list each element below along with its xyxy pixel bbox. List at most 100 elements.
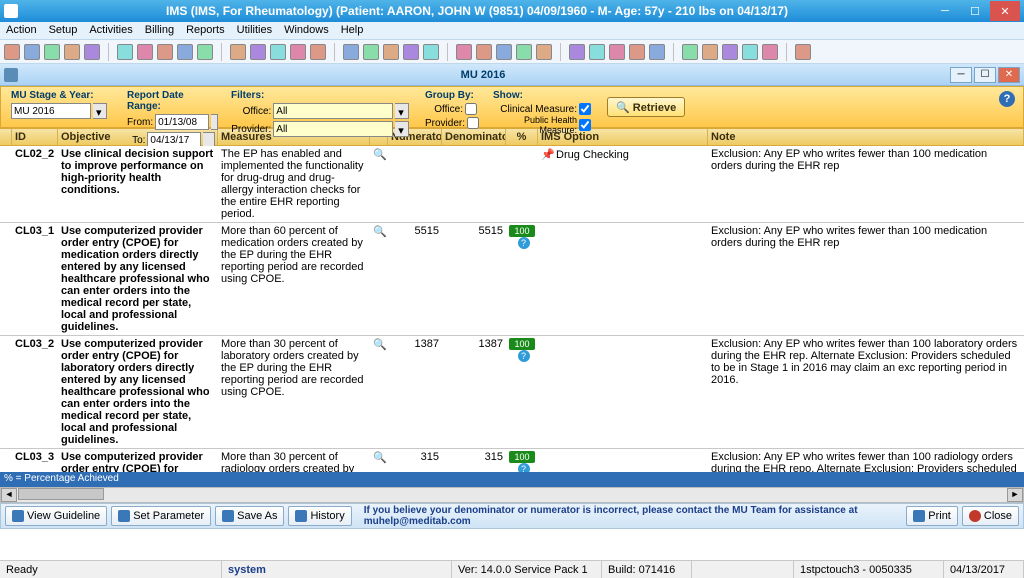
minimize-button[interactable]: ─	[930, 1, 960, 21]
table-row[interactable]: CL03_1Use computerized provider order en…	[0, 223, 1024, 336]
app-icon	[4, 4, 18, 18]
panel-max-button[interactable]: ☐	[974, 67, 996, 83]
toolbar-icon[interactable]	[84, 44, 100, 60]
toolbar-icon[interactable]	[290, 44, 306, 60]
from-cal-button[interactable]	[211, 114, 218, 130]
provider-combo-button[interactable]: ▾	[395, 121, 409, 137]
detail-icon[interactable]: 🔍	[373, 338, 387, 352]
stage-combo-button[interactable]: ▾	[93, 103, 107, 119]
col-id[interactable]: ID	[12, 129, 58, 145]
toolbar-icon[interactable]	[250, 44, 266, 60]
scroll-right-arrow[interactable]: ►	[1007, 488, 1023, 502]
scroll-thumb[interactable]	[18, 488, 104, 500]
toolbar-icon[interactable]	[589, 44, 605, 60]
info-icon[interactable]: ?	[518, 463, 530, 472]
menu-billing[interactable]: Billing	[145, 24, 174, 37]
office-combo-button[interactable]: ▾	[395, 103, 409, 119]
app-title: IMS (IMS, For Rheumatology) (Patient: AA…	[24, 4, 930, 18]
toolbar-icon[interactable]	[177, 44, 193, 60]
detail-icon[interactable]: 🔍	[373, 148, 387, 162]
toolbar-icon[interactable]	[403, 44, 419, 60]
help-icon[interactable]: ?	[999, 91, 1015, 107]
toolbar-icon[interactable]	[157, 44, 173, 60]
toolbar-icon[interactable]	[649, 44, 665, 60]
col-note[interactable]: Note	[708, 129, 1024, 145]
menu-action[interactable]: Action	[6, 24, 37, 37]
toolbar-icon[interactable]	[722, 44, 738, 60]
toolbar-icon[interactable]	[476, 44, 492, 60]
show-clinical-check[interactable]	[579, 103, 591, 115]
menu-activities[interactable]: Activities	[89, 24, 132, 37]
toolbar-icon[interactable]	[795, 44, 811, 60]
toolbar-icon[interactable]	[44, 44, 60, 60]
status-user: system	[222, 561, 452, 578]
status-ver: Ver: 14.0.0 Service Pack 1	[452, 561, 602, 578]
set-parameter-button[interactable]: Set Parameter	[111, 506, 211, 526]
toolbar-icon[interactable]	[569, 44, 585, 60]
toolbar-icon[interactable]	[137, 44, 153, 60]
toolbar-icon[interactable]	[629, 44, 645, 60]
toolbar-icon[interactable]	[363, 44, 379, 60]
table-row[interactable]: CL03_3Use computerized provider order en…	[0, 449, 1024, 472]
table-row[interactable]: CL03_2Use computerized provider order en…	[0, 336, 1024, 449]
toolbar-icon[interactable]	[516, 44, 532, 60]
panel-min-button[interactable]: ─	[950, 67, 972, 83]
toolbar-icon[interactable]	[742, 44, 758, 60]
toolbar-icon[interactable]	[24, 44, 40, 60]
provider-combo[interactable]	[273, 121, 393, 137]
toolbar-icon[interactable]	[383, 44, 399, 60]
show-header: Show:	[493, 90, 591, 101]
table-row[interactable]: CL02_2Use clinical decision support to i…	[0, 146, 1024, 223]
toolbar-icon[interactable]	[270, 44, 286, 60]
menu-utilities[interactable]: Utilities	[237, 24, 272, 37]
bottom-bar: View Guideline Set Parameter Save As His…	[0, 503, 1024, 529]
info-icon[interactable]: ?	[518, 350, 530, 362]
menu-windows[interactable]: Windows	[284, 24, 329, 37]
print-button[interactable]: Print	[906, 506, 958, 526]
view-guideline-button[interactable]: View Guideline	[5, 506, 107, 526]
office-combo[interactable]	[273, 103, 393, 119]
show-phm-check[interactable]	[579, 119, 591, 131]
history-button[interactable]: History	[288, 506, 351, 526]
close-window-button[interactable]: ✕	[990, 1, 1020, 21]
toolbar-icon[interactable]	[496, 44, 512, 60]
toolbar-icon[interactable]	[456, 44, 472, 60]
grp-provider-check[interactable]	[467, 117, 479, 129]
horizontal-scrollbar[interactable]: ◄ ►	[0, 487, 1024, 503]
menu-reports[interactable]: Reports	[186, 24, 225, 37]
toolbar-icon[interactable]	[762, 44, 778, 60]
percent-footer: % = Percentage Achieved	[0, 472, 1024, 487]
grp-office-check[interactable]	[465, 103, 477, 115]
retrieve-button[interactable]: 🔍 Retrieve	[607, 97, 685, 117]
stage-label: MU Stage & Year:	[11, 90, 111, 101]
info-icon[interactable]: ?	[518, 237, 530, 249]
from-date-input[interactable]	[155, 114, 209, 130]
toolbar-icon[interactable]	[310, 44, 326, 60]
stage-combo[interactable]	[11, 103, 91, 119]
provider-label: Provider:	[231, 124, 271, 135]
toolbar-icon[interactable]	[4, 44, 20, 60]
toolbar-icon[interactable]	[682, 44, 698, 60]
panel-icon	[4, 68, 18, 82]
show-phm-label: Public Health Measure:	[493, 115, 577, 135]
toolbar-icon[interactable]	[423, 44, 439, 60]
toolbar-icon[interactable]	[117, 44, 133, 60]
maximize-button[interactable]: ☐	[960, 1, 990, 21]
scroll-left-arrow[interactable]: ◄	[1, 488, 17, 502]
toolbar-icon[interactable]	[230, 44, 246, 60]
toolbar-icon[interactable]	[536, 44, 552, 60]
detail-icon[interactable]: 🔍	[373, 225, 387, 239]
toolbar-icon[interactable]	[702, 44, 718, 60]
pin-icon: 📌	[541, 148, 553, 160]
panel-title: MU 2016	[18, 69, 948, 81]
toolbar-icon[interactable]	[343, 44, 359, 60]
detail-icon[interactable]: 🔍	[373, 451, 387, 465]
toolbar-icon[interactable]	[197, 44, 213, 60]
panel-close-button[interactable]: ✕	[998, 67, 1020, 83]
menu-setup[interactable]: Setup	[49, 24, 78, 37]
close-button[interactable]: Close	[962, 506, 1019, 526]
save-as-button[interactable]: Save As	[215, 506, 284, 526]
toolbar-icon[interactable]	[609, 44, 625, 60]
menu-help[interactable]: Help	[341, 24, 364, 37]
toolbar-icon[interactable]	[64, 44, 80, 60]
